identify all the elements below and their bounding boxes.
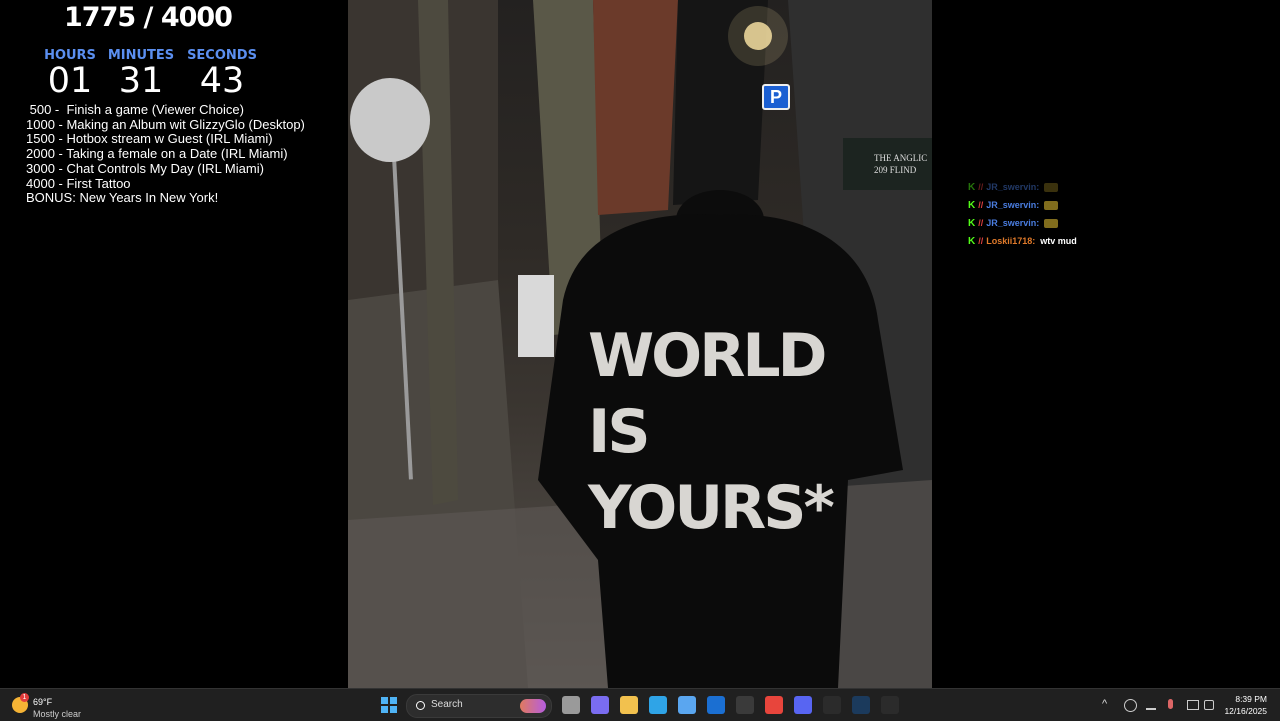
- weather-description: Mostly clear: [33, 709, 82, 719]
- hoodie-line: WORLD: [588, 321, 827, 391]
- obs-icon[interactable]: [736, 696, 754, 714]
- notification-badge: 1: [20, 693, 29, 702]
- seconds-value: 43: [199, 61, 245, 101]
- badge-icon: //: [978, 200, 984, 210]
- edge-icon[interactable]: [649, 696, 667, 714]
- copilot-icon[interactable]: [591, 696, 609, 714]
- kick-icon: K: [968, 181, 976, 193]
- clock-date: 12/16/2025: [1224, 706, 1267, 716]
- goal-item: BONUS: New Years In New York!: [26, 190, 219, 206]
- goal-item: 4000 - First Tattoo: [26, 175, 131, 191]
- parking-sign: P: [762, 84, 790, 110]
- chat-username: Loskii1718:: [986, 236, 1036, 246]
- volume-icon[interactable]: [1204, 700, 1214, 710]
- search-label: Search: [431, 699, 463, 710]
- network-icon[interactable]: [1187, 700, 1199, 710]
- goal-item: 3000 - Chat Controls My Day (IRL Miami): [26, 160, 264, 176]
- building-sign: THE ANGLIC 209 FLIND: [874, 152, 932, 176]
- hours-value: 01: [47, 61, 93, 101]
- search-icon: [416, 701, 425, 710]
- goal-item: 1500 - Hotbox stream w Guest (IRL Miami): [26, 131, 273, 147]
- chat-message: K // JR_swervin:: [968, 196, 1077, 214]
- microphone-icon[interactable]: [1168, 699, 1173, 709]
- goal-item: 1000 - Making an Album wit GlizzyGlo (De…: [26, 116, 305, 132]
- system-clock[interactable]: 8:39 PM 12/16/2025: [1224, 693, 1267, 717]
- steam-icon[interactable]: [852, 696, 870, 714]
- google-icon[interactable]: [881, 696, 899, 714]
- chrome-icon[interactable]: [765, 696, 783, 714]
- building-sign-line: THE ANGLIC: [874, 153, 928, 163]
- timer-minutes: MINUTES 31: [101, 48, 181, 101]
- chat-username: JR_swervin:: [986, 218, 1040, 228]
- building-sign-line: 209 FLIND: [874, 165, 917, 175]
- discord-icon[interactable]: [794, 696, 812, 714]
- windows-start-button[interactable]: [381, 697, 397, 713]
- goal-item: 500 - Finish a game (Viewer Choice): [26, 102, 244, 117]
- emote-icon: [1044, 182, 1059, 192]
- chat-message: K // Loskii1718: wtv mud: [968, 232, 1077, 250]
- chat-username: JR_swervin:: [986, 200, 1040, 210]
- hoodie-line: IS: [588, 397, 651, 467]
- file-explorer-icon[interactable]: [620, 696, 638, 714]
- wifi-off-icon[interactable]: [1146, 700, 1156, 710]
- taskbar: 1 69°F Mostly clear Search ^ 8:39 PM 12/…: [0, 688, 1280, 721]
- taskbar-search[interactable]: Search: [406, 694, 552, 718]
- goal-item: 2000 - Taking a female on a Date (IRL Mi…: [26, 146, 288, 162]
- chevron-up-icon[interactable]: ^: [1102, 698, 1107, 710]
- sync-icon[interactable]: [1124, 699, 1137, 712]
- xbox-icon[interactable]: [823, 696, 841, 714]
- emote-icon: [1044, 200, 1059, 210]
- start-icon: [381, 697, 388, 704]
- badge-icon: //: [978, 182, 984, 192]
- hoodie-line: YOURS*: [588, 473, 835, 543]
- subscriber-goal-counter: 1775 / 4000: [64, 2, 233, 33]
- hoodie-print: WORLD IS YOURS*: [588, 318, 848, 546]
- chat-overlay: K // JR_swervin: K // JR_swervin: K // J…: [968, 178, 1077, 250]
- start-icon: [390, 706, 397, 713]
- goal-list: 500 - Finish a game (Viewer Choice) 1000…: [26, 102, 305, 206]
- timer-hours: HOURS 01: [30, 48, 110, 101]
- chat-username: JR_swervin:: [986, 182, 1040, 192]
- start-icon: [390, 697, 397, 704]
- kick-icon: K: [968, 235, 976, 247]
- emote-icon: [1044, 218, 1059, 228]
- chat-message: K // JR_swervin:: [968, 214, 1077, 232]
- kick-icon: K: [968, 199, 976, 211]
- microsoft-store-icon[interactable]: [678, 696, 696, 714]
- badge-icon: //: [978, 218, 984, 228]
- kick-icon: K: [968, 217, 976, 229]
- task-view-icon[interactable]: [562, 696, 580, 714]
- chat-message: K // JR_swervin:: [968, 178, 1077, 196]
- start-icon: [381, 706, 388, 713]
- chat-text: wtv mud: [1040, 236, 1077, 246]
- search-highlight-icon: [520, 699, 546, 713]
- badge-icon: //: [978, 236, 984, 246]
- outlook-icon[interactable]: [707, 696, 725, 714]
- clock-time: 8:39 PM: [1235, 694, 1267, 704]
- minutes-value: 31: [118, 61, 164, 101]
- weather-temperature: 69°F: [33, 697, 53, 707]
- timer-seconds: SECONDS 43: [182, 48, 262, 101]
- stream-photo: P THE ANGLIC 209 FLIND WORLD IS YOURS*: [348, 0, 932, 688]
